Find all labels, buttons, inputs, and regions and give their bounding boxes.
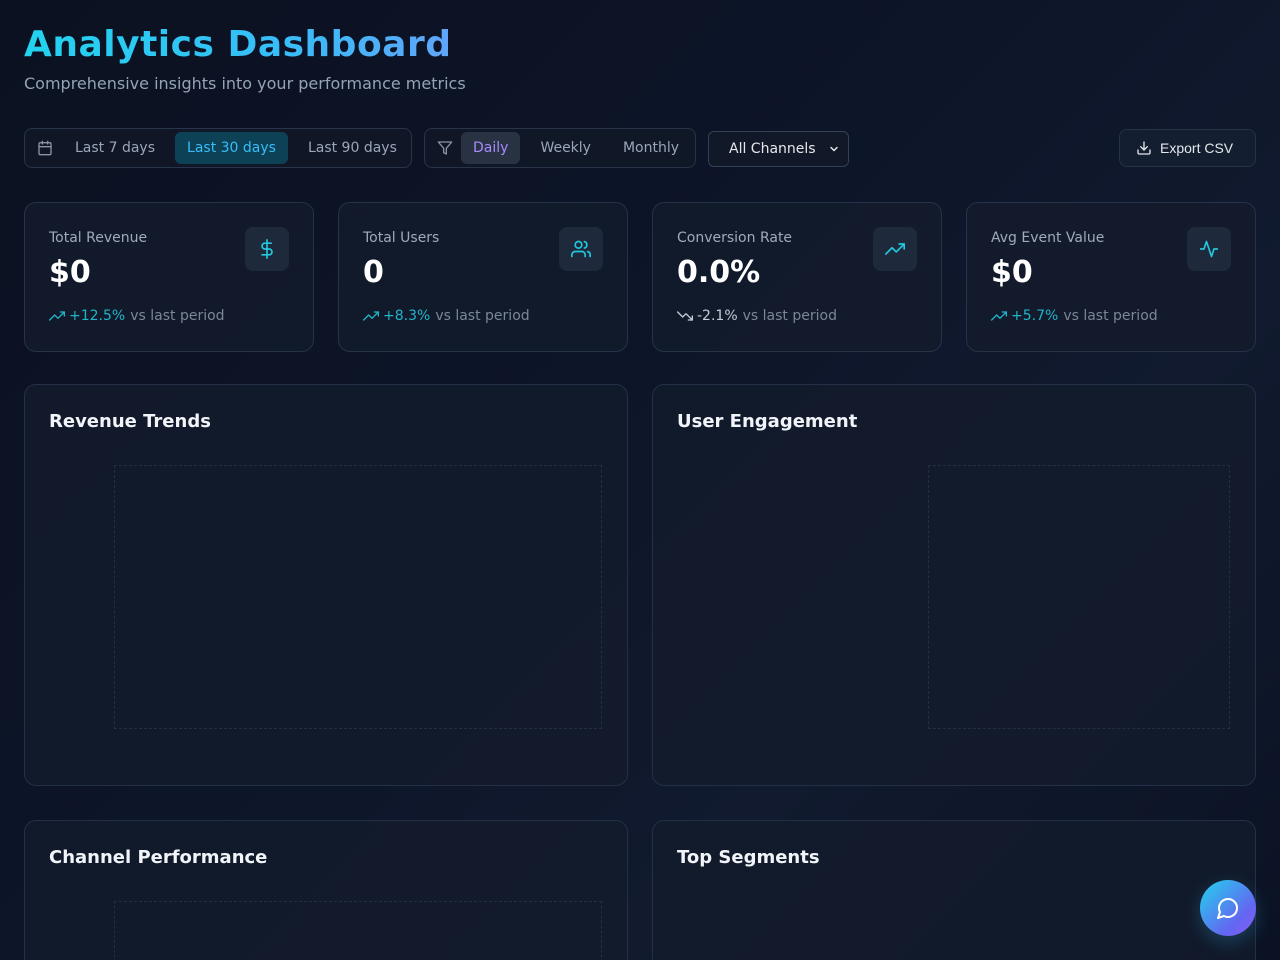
kpi-trend-suffix: vs last period bbox=[1063, 308, 1158, 324]
channel-select-value: All Channels bbox=[729, 141, 816, 157]
trending-up-icon bbox=[49, 308, 65, 324]
kpi-trend-suffix: vs last period bbox=[130, 308, 225, 324]
page-title: Analytics Dashboard bbox=[24, 24, 452, 65]
kpi-value: $0 bbox=[991, 255, 1033, 290]
range-last-90-days-button[interactable]: Last 90 days bbox=[296, 132, 409, 164]
kpi-trend: +8.3% vs last period bbox=[363, 308, 530, 324]
download-icon bbox=[1136, 140, 1152, 156]
trending-up-icon bbox=[873, 227, 917, 271]
kpi-label: Total Revenue bbox=[49, 230, 148, 246]
range-last-7-days-button[interactable]: Last 7 days bbox=[63, 132, 167, 164]
toolbar: Last 7 days Last 30 days Last 90 days Da… bbox=[24, 128, 1256, 170]
date-range-control: Last 7 days Last 30 days Last 90 days bbox=[24, 128, 412, 168]
chat-button[interactable] bbox=[1200, 880, 1256, 936]
kpi-trend-value: +8.3% bbox=[383, 308, 431, 324]
trending-up-icon bbox=[363, 308, 379, 324]
kpi-trend-value: -2.1% bbox=[697, 308, 738, 324]
calendar-icon bbox=[37, 140, 53, 156]
dollar-icon bbox=[245, 227, 289, 271]
user-engagement-chart-area bbox=[928, 465, 1230, 729]
kpi-trend: +12.5% vs last period bbox=[49, 308, 225, 324]
granularity-daily-button[interactable]: Daily bbox=[461, 132, 521, 164]
kpi-value: 0.0% bbox=[677, 255, 761, 290]
trending-down-icon bbox=[677, 308, 693, 324]
range-last-30-days-button[interactable]: Last 30 days bbox=[175, 132, 288, 164]
channel-performance-panel: Channel Performance bbox=[24, 820, 628, 960]
granularity-weekly-button[interactable]: Weekly bbox=[528, 132, 603, 164]
top-segments-panel: Top Segments bbox=[652, 820, 1256, 960]
kpi-trend: -2.1% vs last period bbox=[677, 308, 837, 324]
activity-icon bbox=[1187, 227, 1231, 271]
kpi-card-avg-event-value: Avg Event Value $0 +5.7% vs last period bbox=[966, 202, 1256, 352]
user-engagement-panel: User Engagement bbox=[652, 384, 1256, 786]
panel-title: Revenue Trends bbox=[49, 411, 211, 432]
kpi-value: 0 bbox=[363, 255, 384, 290]
kpi-value: $0 bbox=[49, 255, 91, 290]
export-csv-label: Export CSV bbox=[1160, 140, 1234, 156]
page-subtitle: Comprehensive insights into your perform… bbox=[24, 74, 466, 93]
panel-title: Top Segments bbox=[677, 847, 820, 868]
kpi-label: Total Users bbox=[363, 230, 440, 246]
users-icon bbox=[559, 227, 603, 271]
kpi-card-total-users: Total Users 0 +8.3% vs last period bbox=[338, 202, 628, 352]
kpi-trend-value: +5.7% bbox=[1011, 308, 1059, 324]
filter-icon bbox=[437, 140, 453, 156]
trending-up-icon bbox=[991, 308, 1007, 324]
message-circle-icon bbox=[1216, 896, 1240, 920]
kpi-card-conversion-rate: Conversion Rate 0.0% -2.1% vs last perio… bbox=[652, 202, 942, 352]
channel-performance-chart-area bbox=[114, 901, 602, 960]
panel-title: User Engagement bbox=[677, 411, 858, 432]
export-csv-button[interactable]: Export CSV bbox=[1119, 129, 1256, 167]
kpi-trend-suffix: vs last period bbox=[435, 308, 530, 324]
kpi-card-total-revenue: Total Revenue $0 +12.5% vs last period bbox=[24, 202, 314, 352]
chevron-down-icon bbox=[828, 143, 840, 155]
granularity-control: Daily Weekly Monthly bbox=[424, 128, 696, 168]
revenue-trends-panel: Revenue Trends bbox=[24, 384, 628, 786]
kpi-label: Avg Event Value bbox=[991, 230, 1105, 246]
revenue-trends-chart-area bbox=[114, 465, 602, 729]
kpi-trend-value: +12.5% bbox=[69, 308, 126, 324]
channel-select[interactable]: All Channels bbox=[708, 131, 849, 167]
panel-title: Channel Performance bbox=[49, 847, 268, 868]
kpi-label: Conversion Rate bbox=[677, 230, 793, 246]
kpi-trend: +5.7% vs last period bbox=[991, 308, 1158, 324]
kpi-trend-suffix: vs last period bbox=[742, 308, 837, 324]
granularity-monthly-button[interactable]: Monthly bbox=[611, 132, 691, 164]
